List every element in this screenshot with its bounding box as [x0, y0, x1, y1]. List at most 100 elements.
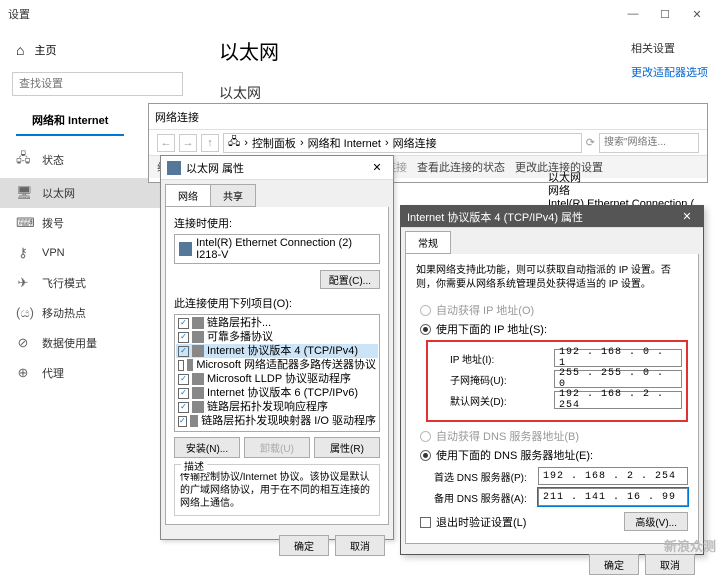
minimize-icon[interactable]: — [618, 2, 648, 26]
nav-icon: 🖥 [16, 185, 30, 201]
explorer-search[interactable] [599, 133, 699, 153]
ip-address-input[interactable]: 192 . 168 . 0 . 1 [554, 349, 682, 367]
ok-button[interactable]: 确定 [279, 535, 329, 556]
cancel-button[interactable]: 取消 [645, 554, 695, 575]
window-title: 网络连接 [155, 109, 199, 125]
cancel-button[interactable]: 取消 [335, 535, 385, 556]
titlebar: 设置 — ☐ ✕ [0, 0, 720, 28]
tab-network[interactable]: 网络 [165, 184, 211, 207]
home-icon: ⌂ [16, 42, 24, 58]
related-link[interactable]: 更改适配器选项 [631, 64, 708, 80]
checkbox-icon[interactable]: ✓ [178, 332, 189, 343]
maximize-icon[interactable]: ☐ [650, 2, 680, 26]
ip-highlight-box: IP 地址(I):192 . 168 . 0 . 1 子网掩码(U):255 .… [426, 340, 688, 422]
checkbox-icon[interactable]: ✓ [178, 374, 189, 385]
checkbox-icon[interactable]: ✓ [178, 318, 189, 329]
protocol-icon [192, 401, 204, 413]
protocol-icon [192, 331, 204, 343]
radio-auto-ip[interactable]: 自动获得 IP 地址(O) [420, 302, 688, 318]
breadcrumb-bar: ← → ↑ 🖧 ›控制面板 ›网络和 Internet ›网络连接 ⟳ [149, 130, 707, 156]
nav-icon: 🖧 [16, 149, 30, 171]
nav-icon: ⚷ [16, 245, 30, 261]
protocol-icon [187, 359, 193, 371]
page-subtitle: 以太网 [219, 83, 696, 103]
intro-text: 如果网络支持此功能，则可以获取自动指派的 IP 设置。否则，你需要从网络系统管理… [416, 264, 688, 292]
search-input[interactable] [12, 72, 183, 96]
close-icon[interactable]: ✕ [367, 161, 387, 174]
dialog-icon [167, 161, 181, 175]
protocol-item[interactable]: Microsoft 网络适配器多路传送器协议 [176, 358, 378, 372]
nav-label: 数据使用量 [42, 335, 97, 351]
tab-general[interactable]: 常规 [405, 231, 451, 254]
adapter-field: Intel(R) Ethernet Connection (2) I218-V [174, 234, 380, 264]
nav-label: 以太网 [42, 185, 75, 201]
nic-icon [179, 242, 192, 256]
items-label: 此连接使用下列项目(O): [174, 295, 380, 311]
tab-sharing[interactable]: 共享 [210, 184, 256, 207]
protocol-item[interactable]: ✓Internet 协议版本 6 (TCP/IPv6) [176, 386, 378, 400]
protocol-item[interactable]: ✓Microsoft LLDP 协议驱动程序 [176, 372, 378, 386]
forward-button[interactable]: → [179, 134, 197, 152]
protocol-item[interactable]: ✓链路层拓扑... [176, 316, 378, 330]
configure-button[interactable]: 配置(C)... [320, 270, 380, 289]
protocol-item[interactable]: ✓Internet 协议版本 4 (TCP/IPv4) [176, 344, 378, 358]
install-button[interactable]: 安装(N)... [174, 437, 240, 458]
advanced-button[interactable]: 高级(V)... [624, 512, 688, 531]
ethernet-properties-dialog: 以太网 属性 ✕ 网络 共享 连接时使用: Intel(R) Ethernet … [160, 155, 394, 540]
nav-label: 飞行模式 [42, 275, 86, 291]
close-icon[interactable]: ✕ [677, 210, 697, 223]
nav-icon: ⊕ [16, 365, 30, 381]
window-controls: — ☐ ✕ [618, 2, 712, 26]
protocol-icon [192, 317, 204, 329]
close-icon[interactable]: ✕ [682, 2, 712, 26]
radio-manual-dns[interactable]: 使用下面的 DNS 服务器地址(E): [420, 447, 688, 463]
section-header: 网络和 Internet [16, 106, 124, 136]
ok-button[interactable]: 确定 [589, 554, 639, 575]
adapter-name: 以太网 [548, 172, 703, 185]
dns2-input[interactable]: 211 . 141 . 16 . 99 [538, 488, 688, 506]
dialog-titlebar: 以太网 属性 ✕ [161, 156, 393, 180]
nav-label: 代理 [42, 365, 64, 381]
description-legend: 描述 [181, 458, 207, 473]
protocol-item[interactable]: ✓链路层拓扑发现响应程序 [176, 400, 378, 414]
radio-auto-dns[interactable]: 自动获得 DNS 服务器地址(B) [420, 428, 688, 444]
radio-manual-ip[interactable]: 使用下面的 IP 地址(S): [420, 321, 688, 337]
protocol-item[interactable]: ✓可靠多播协议 [176, 330, 378, 344]
nav-label: 拨号 [42, 215, 64, 231]
ipv4-properties-dialog: Internet 协议版本 4 (TCP/IPv4) 属性 ✕ 常规 如果网络支… [400, 205, 704, 555]
breadcrumb[interactable]: 🖧 ›控制面板 ›网络和 Internet ›网络连接 [223, 133, 582, 153]
dns1-input[interactable]: 192 . 168 . 2 . 254 [538, 467, 688, 485]
protocol-list[interactable]: ✓链路层拓扑...✓可靠多播协议✓Internet 协议版本 4 (TCP/IP… [174, 314, 380, 432]
nav-icon: ⊘ [16, 335, 30, 351]
description-text: 传输控制协议/Internet 协议。该协议是默认的广域网络协议，用于在不同的相… [180, 471, 374, 510]
folder-icon: 🖧 [228, 133, 240, 152]
protocol-item[interactable]: ✓链路层拓扑发现映射器 I/O 驱动程序 [176, 414, 378, 428]
protocol-icon [192, 387, 204, 399]
protocol-icon [190, 415, 199, 427]
dialog-titlebar: Internet 协议版本 4 (TCP/IPv4) 属性 ✕ [401, 206, 703, 228]
protocol-icon [192, 373, 204, 385]
checkbox-icon[interactable] [178, 360, 184, 371]
subnet-mask-input[interactable]: 255 . 255 . 0 . 0 [554, 370, 682, 388]
related-header: 相关设置 [631, 40, 708, 56]
nav-icon: ⌨ [16, 215, 30, 231]
properties-button[interactable]: 属性(R) [314, 437, 380, 458]
nav-label: 状态 [42, 152, 64, 168]
nav-icon: (ය) [16, 305, 30, 321]
checkbox-icon[interactable]: ✓ [178, 388, 189, 399]
dialog-title: Internet 协议版本 4 (TCP/IPv4) 属性 [407, 209, 583, 225]
adapter-net: 网络 [548, 185, 703, 198]
up-button[interactable]: ↑ [201, 134, 219, 152]
gateway-input[interactable]: 192 . 168 . 2 . 254 [554, 391, 682, 409]
uninstall-button[interactable]: 卸载(U) [244, 437, 310, 458]
home-label: 主页 [34, 42, 56, 58]
dialog-title: 以太网 属性 [186, 160, 244, 176]
checkbox-icon[interactable]: ✓ [178, 346, 189, 357]
checkbox-icon[interactable]: ✓ [178, 402, 189, 413]
connect-using-label: 连接时使用: [174, 215, 380, 231]
nav-label: 移动热点 [42, 305, 86, 321]
nav-icon: ✈ [16, 275, 30, 291]
back-button[interactable]: ← [157, 134, 175, 152]
home-button[interactable]: ⌂ 主页 [0, 36, 195, 64]
checkbox-icon[interactable]: ✓ [178, 416, 187, 427]
